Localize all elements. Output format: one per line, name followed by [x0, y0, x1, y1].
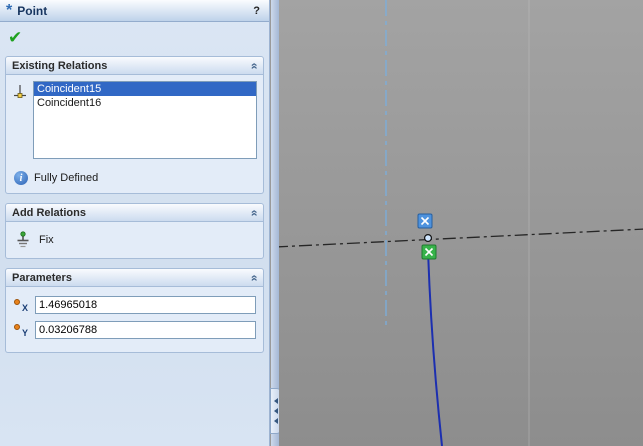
relations-listbox[interactable]: Coincident15 Coincident16 — [33, 81, 257, 159]
x-coordinate-input[interactable] — [35, 296, 256, 314]
y-letter: Y — [21, 328, 28, 338]
ok-check-icon[interactable]: ✔ — [8, 29, 22, 46]
add-relations-body: Fix — [5, 222, 264, 259]
info-icon: i — [14, 171, 28, 185]
panel-splitter[interactable] — [271, 0, 279, 446]
existing-relations-header[interactable]: Existing Relations » — [5, 56, 264, 75]
parameters-title: Parameters — [12, 271, 72, 284]
relation-badge-green — [421, 244, 437, 260]
list-item[interactable]: Coincident15 — [34, 82, 256, 96]
existing-relations-group: Existing Relations » Coincident15 Coinci… — [5, 56, 264, 194]
collapse-chevron-icon[interactable]: » — [247, 209, 261, 216]
action-row: ✔ — [0, 22, 269, 52]
panel-titlebar: * Point ? — [0, 0, 269, 22]
sketch-point — [424, 234, 433, 243]
help-icon[interactable]: ? — [250, 5, 263, 17]
y-coordinate-icon: Y — [13, 322, 29, 338]
list-item[interactable]: Coincident16 — [34, 96, 256, 110]
coincident-relation-icon — [12, 83, 28, 99]
y-coordinate-input[interactable] — [35, 321, 256, 339]
fix-icon — [14, 231, 32, 249]
solidworks-window: * Point ? ✔ Existing Relations » Coincid… — [0, 0, 643, 446]
status-text: Fully Defined — [34, 172, 99, 184]
property-manager-panel: * Point ? ✔ Existing Relations » Coincid… — [0, 0, 270, 446]
add-relations-header[interactable]: Add Relations » — [5, 203, 264, 222]
x-coordinate-icon: X — [13, 297, 29, 313]
point-icon: * — [6, 1, 13, 19]
collapse-chevron-icon[interactable]: » — [247, 274, 261, 281]
parameters-group: Parameters » X Y — [5, 268, 264, 353]
parameters-header[interactable]: Parameters » — [5, 268, 264, 287]
existing-relations-title: Existing Relations — [12, 59, 108, 72]
add-relations-group: Add Relations » Fix — [5, 203, 264, 259]
sketch-curve — [427, 249, 443, 446]
construction-line — [279, 228, 643, 248]
y-coordinate-row: Y — [13, 321, 256, 339]
existing-relations-body: Coincident15 Coincident16 i Fully Define… — [5, 75, 264, 194]
collapse-arrow-icon — [273, 418, 278, 424]
fix-relation-button[interactable]: Fix — [12, 228, 257, 252]
x-coordinate-row: X — [13, 296, 256, 314]
fix-label: Fix — [39, 234, 54, 246]
panel-title: Point — [17, 3, 48, 18]
point-dot-icon — [14, 324, 20, 330]
relation-badge-blue — [417, 213, 433, 229]
graphics-viewport[interactable] — [279, 0, 643, 446]
parameters-body: X Y — [5, 287, 264, 353]
point-dot-icon — [14, 299, 20, 305]
add-relations-title: Add Relations — [12, 206, 86, 219]
collapse-arrow-icon — [273, 398, 278, 404]
collapse-arrow-icon — [273, 408, 278, 414]
collapse-chevron-icon[interactable]: » — [247, 62, 261, 69]
definition-status: i Fully Defined — [12, 171, 257, 187]
x-letter: X — [21, 303, 28, 313]
